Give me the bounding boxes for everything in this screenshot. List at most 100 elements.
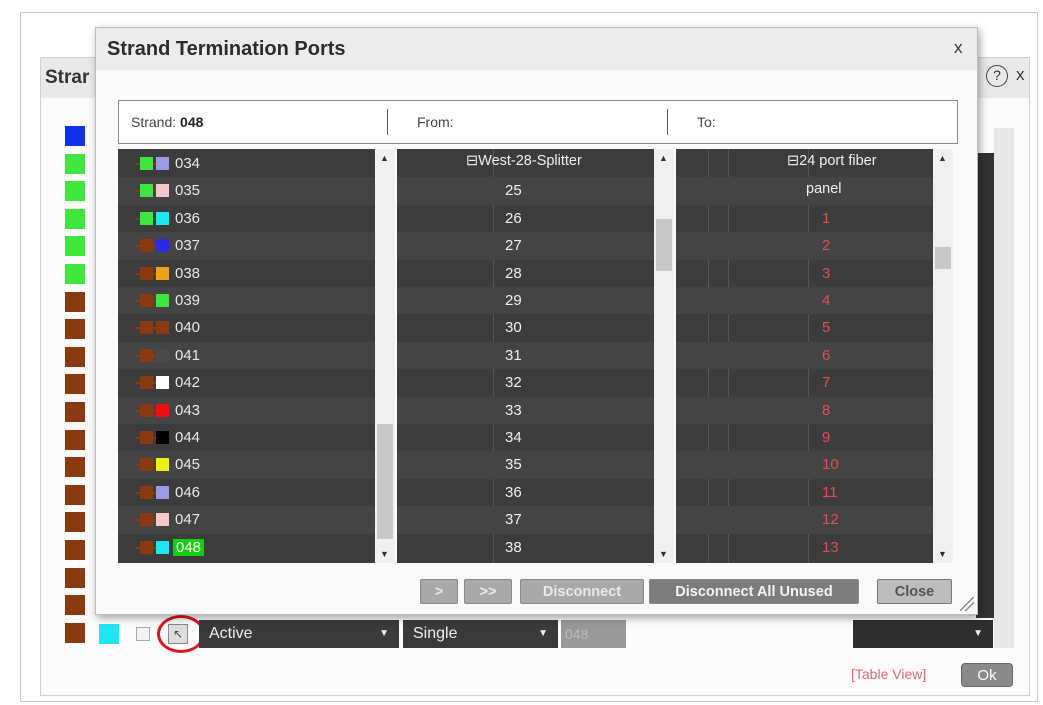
header-divider <box>667 109 668 135</box>
to-port-row[interactable]: 10 <box>676 451 953 479</box>
strand-label: Strand: <box>131 114 177 130</box>
strand-number: 042 <box>175 374 201 392</box>
strand-number-field[interactable]: 048 <box>561 620 626 648</box>
strand-row[interactable]: 034 <box>118 150 395 177</box>
strand-row[interactable]: 048 <box>118 534 395 561</box>
strand-row[interactable]: 045 <box>118 451 395 479</box>
to-list-scrollbar[interactable]: ▲ ▼ <box>933 149 953 563</box>
fiber-color-swatch <box>156 266 169 280</box>
scroll-down-icon[interactable]: ▼ <box>659 549 668 559</box>
scroll-up-icon[interactable]: ▲ <box>380 153 389 163</box>
to-port-list[interactable]: 1 2 3 4 5 6 7 8 9 10 11 12 13 ⊟24 port fiber panel ▲… <box>676 149 953 563</box>
from-port-row[interactable]: 38 <box>397 534 674 561</box>
strand-row[interactable]: 044 <box>118 424 395 451</box>
help-icon[interactable]: ? <box>986 65 1008 87</box>
to-port-row[interactable]: 7 <box>676 369 953 396</box>
port-number: 31 <box>505 346 522 364</box>
status-select-value: Active <box>209 625 253 642</box>
row-checkbox[interactable] <box>136 627 150 641</box>
from-port-row[interactable]: 27 <box>397 232 674 260</box>
from-port-row[interactable]: 32 <box>397 369 674 396</box>
from-port-row[interactable]: 26 <box>397 205 674 232</box>
strand-number: 043 <box>175 401 201 419</box>
strand-list-scrollbar[interactable]: ▲ ▼ <box>375 149 395 563</box>
to-port-row[interactable]: 12 <box>676 506 953 534</box>
ok-button[interactable]: Ok <box>961 663 1013 687</box>
scroll-thumb[interactable] <box>656 219 672 271</box>
connect-all-button[interactable]: >> <box>464 579 512 604</box>
connect-button[interactable]: > <box>420 579 458 604</box>
to-port-row[interactable]: 11 <box>676 479 953 506</box>
mode-select[interactable]: Single ▼ <box>403 620 558 648</box>
close-button[interactable]: Close <box>877 579 952 604</box>
dialog-close-button[interactable]: x <box>954 38 963 58</box>
fiber-color-swatch <box>156 211 169 225</box>
table-view-link[interactable]: [Table View] <box>851 666 926 682</box>
to-port-row[interactable]: 5 <box>676 314 953 341</box>
strand-color-swatch <box>65 622 85 643</box>
from-tree-node[interactable]: ⊟West-28-Splitter <box>466 153 582 169</box>
disconnect-button[interactable]: Disconnect <box>520 579 644 604</box>
strand-row[interactable]: 040 <box>118 314 395 341</box>
fiber-color-swatch <box>156 294 169 307</box>
from-port-row[interactable]: 37 <box>397 506 674 534</box>
to-tree-node[interactable]: ⊟24 port fiber <box>787 153 877 169</box>
from-port-row[interactable]: 31 <box>397 341 674 370</box>
to-port-row[interactable]: 4 <box>676 287 953 315</box>
to-port-row[interactable]: 1 <box>676 205 953 232</box>
fiber-color-swatch <box>156 348 169 362</box>
scroll-up-icon[interactable]: ▲ <box>659 153 668 163</box>
to-port-row[interactable]: 9 <box>676 424 953 451</box>
strand-row[interactable]: 043 <box>118 396 395 424</box>
port-number: 5 <box>822 319 831 337</box>
background-scrollbar[interactable] <box>994 128 1014 648</box>
port-number: 29 <box>505 292 522 309</box>
strand-color-swatch <box>65 236 85 257</box>
to-port-row[interactable]: 2 <box>676 232 953 260</box>
from-port-row[interactable]: 36 <box>397 479 674 506</box>
strand-header: Strand: 048 <box>131 114 203 130</box>
strand-row[interactable]: 035 <box>118 177 395 205</box>
strand-number: 039 <box>175 292 201 309</box>
to-port-row[interactable]: 8 <box>676 396 953 424</box>
from-port-row[interactable]: 33 <box>397 396 674 424</box>
strand-row[interactable]: 036 <box>118 205 395 232</box>
strand-row[interactable]: 041 <box>118 341 395 370</box>
port-number: 3 <box>822 264 831 282</box>
to-port-row[interactable]: 3 <box>676 260 953 287</box>
port-number: 2 <box>822 237 831 255</box>
strand-list[interactable]: 034 035 036 037 038 039 040 041 042 043 044 045 046 0… <box>118 149 395 563</box>
strand-row[interactable]: 042 <box>118 369 395 396</box>
from-port-row[interactable]: 29 <box>397 287 674 315</box>
strand-number: 044 <box>175 429 201 446</box>
fiber-color-swatch <box>156 157 169 170</box>
termination-select[interactable]: ▼ <box>853 620 993 648</box>
port-number: 12 <box>822 511 839 529</box>
from-port-row[interactable]: 28 <box>397 260 674 287</box>
from-list-scrollbar[interactable]: ▲ ▼ <box>654 149 674 563</box>
status-select[interactable]: Active ▼ <box>199 620 399 648</box>
to-port-row[interactable]: 13 <box>676 534 953 561</box>
disconnect-all-unused-button[interactable]: Disconnect All Unused <box>649 579 859 604</box>
from-port-row[interactable]: 25 <box>397 177 674 205</box>
port-number: 10 <box>822 456 839 474</box>
resize-grip-icon[interactable] <box>960 597 974 611</box>
scroll-down-icon[interactable]: ▼ <box>380 549 389 559</box>
to-port-row[interactable]: 6 <box>676 341 953 370</box>
from-port-row[interactable]: 30 <box>397 314 674 341</box>
scroll-thumb[interactable] <box>935 247 951 269</box>
scroll-up-icon[interactable]: ▲ <box>938 153 947 163</box>
strand-row[interactable]: 047 <box>118 506 395 534</box>
background-close-button[interactable]: x <box>1016 65 1025 85</box>
scroll-thumb[interactable] <box>377 424 393 539</box>
strand-row[interactable]: 037 <box>118 232 395 260</box>
tube-color-swatch <box>140 376 153 390</box>
from-port-row[interactable]: 34 <box>397 424 674 451</box>
port-number: 32 <box>505 374 522 392</box>
strand-row[interactable]: 038 <box>118 260 395 287</box>
strand-row[interactable]: 039 <box>118 287 395 315</box>
from-port-list[interactable]: 25 26 27 28 29 30 31 32 33 34 35 36 37 38 ⊟West-28-Sp… <box>397 149 674 563</box>
from-port-row[interactable]: 35 <box>397 451 674 479</box>
strand-row[interactable]: 046 <box>118 479 395 506</box>
scroll-down-icon[interactable]: ▼ <box>938 549 947 559</box>
